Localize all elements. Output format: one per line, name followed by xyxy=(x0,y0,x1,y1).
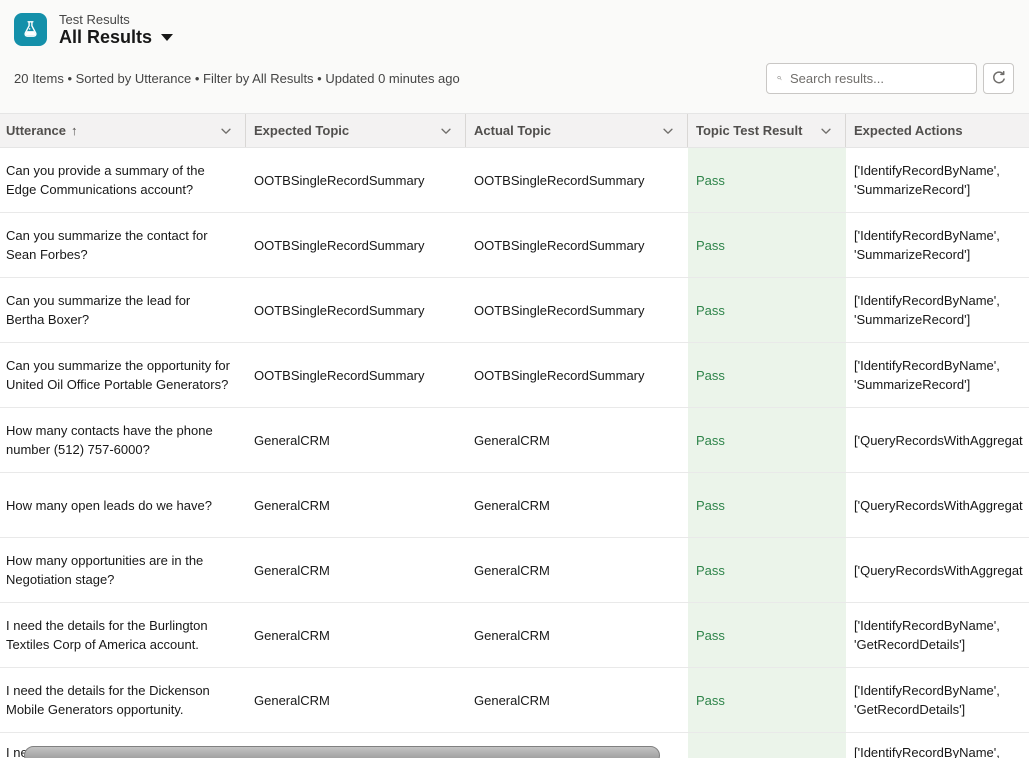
caret-down-icon xyxy=(161,34,173,41)
cell-expected-topic: OOTBSingleRecordSummary xyxy=(246,343,466,407)
cell-actual-topic: GeneralCRM xyxy=(466,408,688,472)
list-view-header: Test Results All Results 20 Items • Sort… xyxy=(0,0,1029,113)
cell-utterance: How many opportunities are in the Negoti… xyxy=(0,538,246,602)
column-header-topic-test-result[interactable]: Topic Test Result xyxy=(688,114,846,147)
cell-utterance: How many contacts have the phone number … xyxy=(0,408,246,472)
table-row: I need the details for the Dickenson Mob… xyxy=(0,668,1029,733)
cell-result: Pass xyxy=(688,408,846,472)
cell-actual-topic: OOTBSingleRecordSummary xyxy=(466,278,688,342)
cell-expected-topic: GeneralCRM xyxy=(246,408,466,472)
search-input[interactable] xyxy=(790,71,966,86)
table-row: How many contacts have the phone number … xyxy=(0,408,1029,473)
sort-ascending-icon: ↑ xyxy=(71,123,78,138)
column-header-actual-topic[interactable]: Actual Topic xyxy=(466,114,688,147)
table-row: Can you summarize the opportunity for Un… xyxy=(0,343,1029,408)
cell-actual-topic: OOTBSingleRecordSummary xyxy=(466,148,688,212)
cell-expected-actions: ['QueryRecordsWithAggregat xyxy=(846,408,1029,472)
list-toolbar: 20 Items • Sorted by Utterance • Filter … xyxy=(14,62,1014,94)
cell-actual-topic: GeneralCRM xyxy=(466,603,688,667)
cell-result: Pass xyxy=(688,278,846,342)
cell-actual-topic: GeneralCRM xyxy=(466,538,688,602)
table-row: Can you summarize the contact for Sean F… xyxy=(0,213,1029,278)
horizontal-scrollbar-thumb[interactable] xyxy=(24,746,660,758)
column-label: Utterance↑ xyxy=(6,123,77,138)
search-icon xyxy=(777,71,782,85)
cell-actual-topic: OOTBSingleRecordSummary xyxy=(466,213,688,277)
chevron-down-icon[interactable] xyxy=(819,124,833,138)
entity-label: Test Results xyxy=(59,12,173,27)
cell-expected-topic: OOTBSingleRecordSummary xyxy=(246,213,466,277)
column-header-utterance[interactable]: Utterance↑ xyxy=(0,114,246,147)
view-selector[interactable]: All Results xyxy=(59,27,173,47)
cell-expected-topic: GeneralCRM xyxy=(246,668,466,732)
cell-expected-actions: ['IdentifyRecordByName', 'GetRecordDetai… xyxy=(846,603,1029,667)
cell-result: Pass xyxy=(688,213,846,277)
cell-expected-actions: ['QueryRecordsWithAggregat xyxy=(846,538,1029,602)
cell-expected-actions: ['IdentifyRecordByName', 'SummarizeRecor… xyxy=(846,213,1029,277)
cell-expected-topic: GeneralCRM xyxy=(246,603,466,667)
cell-expected-actions: ['IdentifyRecordByName', 'SummarizeRecor… xyxy=(846,278,1029,342)
list-summary: 20 Items • Sorted by Utterance • Filter … xyxy=(14,71,460,86)
search-box[interactable] xyxy=(766,63,977,94)
column-header-expected-topic[interactable]: Expected Topic xyxy=(246,114,466,147)
cell-utterance: Can you summarize the contact for Sean F… xyxy=(0,213,246,277)
cell-utterance: I need the details for the Burlington Te… xyxy=(0,603,246,667)
cell-result: Pass xyxy=(688,343,846,407)
cell-actual-topic: GeneralCRM xyxy=(466,473,688,537)
cell-utterance: Can you summarize the lead for Bertha Bo… xyxy=(0,278,246,342)
column-label: Actual Topic xyxy=(474,123,551,138)
chevron-down-icon[interactable] xyxy=(661,124,675,138)
cell-result: Pass xyxy=(688,603,846,667)
cell-expected-topic: GeneralCRM xyxy=(246,538,466,602)
column-label: Expected Actions xyxy=(854,123,963,138)
cell-utterance: I need the details for the Dickenson Mob… xyxy=(0,668,246,732)
refresh-icon xyxy=(991,70,1007,86)
table-row: How many open leads do we have?GeneralCR… xyxy=(0,473,1029,538)
cell-utterance: How many open leads do we have? xyxy=(0,473,246,537)
cell-expected-actions: ['IdentifyRecordByName', 'GetRecordDetai… xyxy=(846,668,1029,732)
refresh-button[interactable] xyxy=(983,63,1014,94)
column-label: Expected Topic xyxy=(254,123,349,138)
cell-result: Pass xyxy=(688,148,846,212)
table-body: Can you provide a summary of the Edge Co… xyxy=(0,148,1029,758)
view-name: All Results xyxy=(59,27,152,47)
chevron-down-icon[interactable] xyxy=(219,124,233,138)
cell-result xyxy=(688,733,846,758)
column-header-expected-actions[interactable]: Expected Actions xyxy=(846,114,1029,147)
cell-expected-topic: OOTBSingleRecordSummary xyxy=(246,278,466,342)
column-label: Topic Test Result xyxy=(696,123,802,138)
cell-utterance: Can you provide a summary of the Edge Co… xyxy=(0,148,246,212)
cell-actual-topic: OOTBSingleRecordSummary xyxy=(466,343,688,407)
cell-expected-actions: ['IdentifyRecordByName', 'SummarizeRecor… xyxy=(846,148,1029,212)
cell-expected-actions: ['QueryRecordsWithAggregat xyxy=(846,473,1029,537)
cell-expected-actions: ['IdentifyRecordByName', xyxy=(846,733,1029,758)
cell-result: Pass xyxy=(688,473,846,537)
cell-utterance: Can you summarize the opportunity for Un… xyxy=(0,343,246,407)
cell-expected-actions: ['IdentifyRecordByName', 'SummarizeRecor… xyxy=(846,343,1029,407)
test-results-flask-icon xyxy=(14,13,47,46)
test-results-table: Utterance↑ Expected Topic Actual Topic Topi… xyxy=(0,113,1029,758)
table-header-row: Utterance↑ Expected Topic Actual Topic Topi… xyxy=(0,113,1029,148)
cell-actual-topic: GeneralCRM xyxy=(466,668,688,732)
cell-result: Pass xyxy=(688,668,846,732)
cell-expected-topic: OOTBSingleRecordSummary xyxy=(246,148,466,212)
chevron-down-icon[interactable] xyxy=(439,124,453,138)
cell-expected-topic: GeneralCRM xyxy=(246,473,466,537)
table-row: Can you summarize the lead for Bertha Bo… xyxy=(0,278,1029,343)
table-row: I need the details for the Burlington Te… xyxy=(0,603,1029,668)
cell-result: Pass xyxy=(688,538,846,602)
table-row: Can you provide a summary of the Edge Co… xyxy=(0,148,1029,213)
table-row: How many opportunities are in the Negoti… xyxy=(0,538,1029,603)
